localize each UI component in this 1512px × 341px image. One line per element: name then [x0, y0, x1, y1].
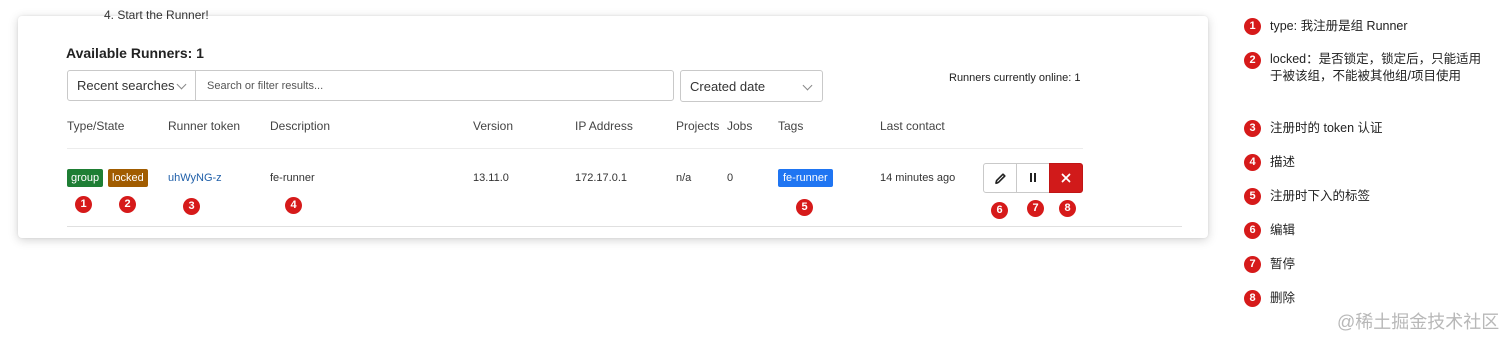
delete-runner-button[interactable] [1049, 163, 1083, 193]
legend-text-7: 暂停 [1270, 257, 1296, 271]
annotation-marker-6: 6 [991, 202, 1008, 219]
legend-marker-1: 1 [1244, 18, 1261, 35]
annotation-marker-8: 8 [1059, 200, 1076, 217]
legend-text-1: type: 我注册是组 Runner [1270, 19, 1408, 33]
legend-marker-2: 2 [1244, 52, 1261, 69]
runners-title: Available Runners: 1 [66, 45, 204, 61]
legend-text-3: 注册时的 token 认证 [1270, 121, 1383, 135]
runner-last-contact: 14 minutes ago [880, 172, 956, 184]
annotation-marker-1: 1 [75, 196, 92, 213]
column-header-type-state: Type/State [67, 119, 125, 133]
chevron-down-icon [176, 79, 187, 90]
search-input[interactable] [196, 71, 673, 100]
legend-text-5: 注册时下入的标签 [1270, 189, 1371, 203]
runner-version: 13.11.0 [473, 172, 509, 184]
search-bar: Recent searches [67, 70, 674, 101]
runner-ip-address: 172.17.0.1 [575, 172, 627, 184]
legend-text-4: 描述 [1270, 155, 1296, 169]
annotation-marker-5: 5 [796, 199, 813, 216]
type-badge: group [67, 169, 104, 187]
legend-marker-6: 6 [1244, 222, 1261, 239]
legend-text-6: 编辑 [1270, 223, 1296, 237]
legend-marker-3: 3 [1244, 120, 1261, 137]
column-header-last-contact: Last contact [880, 119, 945, 133]
sort-dropdown[interactable]: Created date [680, 70, 823, 102]
column-header-ip-address: IP Address [575, 119, 633, 133]
header-divider [67, 148, 1083, 149]
column-header-tags: Tags [778, 119, 804, 133]
watermark: @稀土掘金技术社区 [1337, 312, 1500, 332]
locked-badge: locked [108, 169, 148, 187]
runner-token-link[interactable]: uhWyNG-z [168, 172, 222, 184]
chevron-down-icon [802, 80, 813, 91]
legend-marker-5: 5 [1244, 188, 1261, 205]
table-bottom-divider [67, 226, 1182, 227]
column-header-runner-token: Runner token [168, 119, 241, 133]
legend-text-2: locked：是否锁定，锁定后，只能适用于被该组，不能被其他组/项目使用 [1270, 52, 1482, 83]
close-icon [1061, 173, 1071, 183]
column-header-projects: Projects [676, 119, 720, 133]
recent-searches-label: Recent searches [77, 78, 175, 93]
legend-marker-7: 7 [1244, 256, 1261, 273]
annotation-marker-7: 7 [1027, 200, 1044, 217]
annotation-marker-3: 3 [183, 198, 200, 215]
column-header-version: Version [473, 119, 514, 133]
pause-runner-button[interactable] [1016, 163, 1050, 193]
legend-marker-4: 4 [1244, 154, 1261, 171]
pencil-icon [994, 172, 1006, 184]
legend-text-8: 删除 [1270, 291, 1296, 305]
column-header-jobs: Jobs [727, 119, 753, 133]
instruction-fragment: 4. Start the Runner! [104, 8, 209, 22]
runners-online-count: Runners currently online: 1 [949, 72, 1081, 84]
edit-runner-button[interactable] [983, 163, 1017, 193]
recent-searches-dropdown[interactable]: Recent searches [68, 71, 196, 100]
column-header-description: Description [270, 119, 331, 133]
runner-tag: fe-runner [778, 169, 833, 187]
annotation-marker-2: 2 [119, 196, 136, 213]
runner-projects: n/a [676, 172, 692, 184]
runner-description: fe-runner [270, 172, 315, 184]
sort-label: Created date [690, 78, 766, 94]
runner-jobs: 0 [727, 172, 734, 184]
pause-icon [1029, 169, 1037, 187]
annotation-marker-4: 4 [285, 197, 302, 214]
legend-marker-8: 8 [1244, 290, 1261, 307]
